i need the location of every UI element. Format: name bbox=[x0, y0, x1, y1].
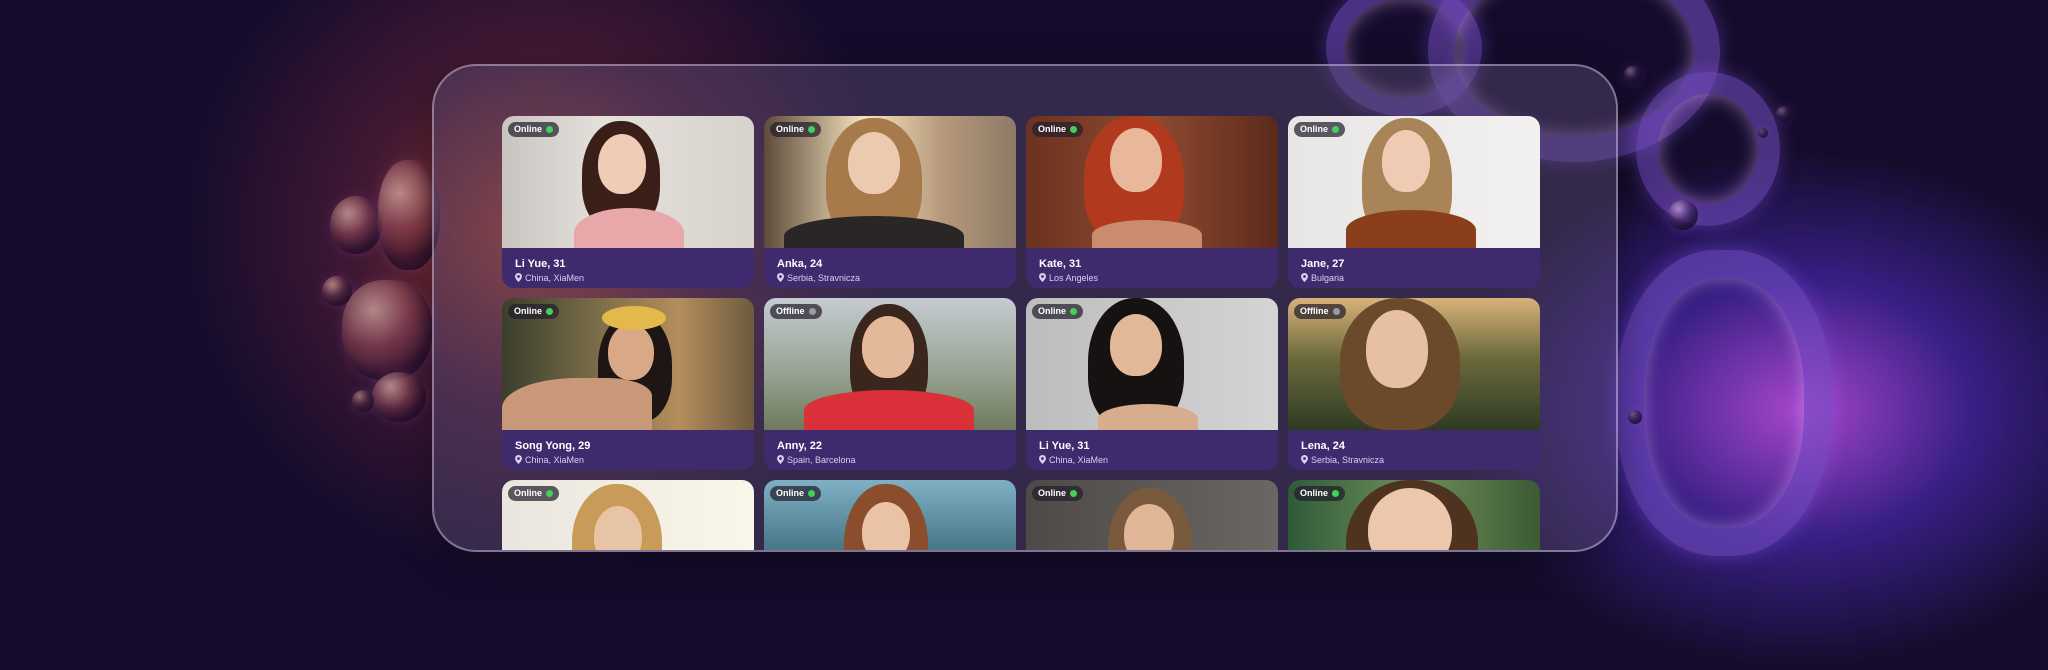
profile-info: Li Yue, 31 China, XiaMen bbox=[502, 248, 754, 288]
status-dot-icon bbox=[808, 490, 816, 497]
status-badge: Online bbox=[1032, 486, 1084, 501]
profiles-grid: Online Li Yue, 31 China, XiaMen Online A… bbox=[502, 116, 1540, 550]
status-badge: Online bbox=[1294, 122, 1346, 137]
status-dot-icon bbox=[1332, 308, 1340, 315]
profile-card[interactable]: Online bbox=[1026, 480, 1278, 550]
status-dot-icon bbox=[1070, 308, 1078, 315]
profile-card[interactable]: Online bbox=[764, 480, 1016, 550]
location-pin-icon bbox=[777, 455, 784, 464]
profile-name: Kate, 31 bbox=[1039, 258, 1082, 270]
profile-location: China, XiaMen bbox=[515, 455, 584, 465]
decorative-bubble bbox=[1628, 410, 1642, 424]
status-dot-icon bbox=[808, 126, 816, 133]
profile-card[interactable]: Online Li Yue, 31 China, XiaMen bbox=[502, 116, 754, 288]
profile-name: Li Yue, 31 bbox=[1039, 440, 1090, 452]
status-badge: Online bbox=[1032, 122, 1084, 137]
status-dot-icon bbox=[808, 308, 816, 315]
status-badge: Online bbox=[508, 304, 560, 319]
profile-info: Jane, 27 Bulgaria bbox=[1288, 248, 1540, 288]
status-badge: Online bbox=[1294, 486, 1346, 501]
location-pin-icon bbox=[515, 455, 522, 464]
location-pin-icon bbox=[1039, 273, 1046, 282]
status-dot-icon bbox=[1332, 490, 1340, 497]
profile-location: Serbia, Stravnicza bbox=[777, 273, 860, 283]
profile-card[interactable]: Online Li Yue, 31 China, XiaMen bbox=[1026, 298, 1278, 470]
decorative-bubble bbox=[342, 280, 432, 380]
status-dot-icon bbox=[546, 490, 554, 497]
decorative-bubble bbox=[352, 390, 374, 412]
profile-location: China, XiaMen bbox=[515, 273, 584, 283]
decorative-bubble bbox=[1758, 128, 1768, 138]
profiles-panel: Online Li Yue, 31 China, XiaMen Online A… bbox=[432, 64, 1618, 552]
profile-info: Kate, 31 Los Angeles bbox=[1026, 248, 1278, 288]
decorative-bubble bbox=[372, 372, 426, 422]
profile-location: Serbia, Stravnicza bbox=[1301, 455, 1384, 465]
status-badge: Online bbox=[770, 486, 822, 501]
status-badge: Online bbox=[508, 122, 560, 137]
profile-info: Anka, 24 Serbia, Stravnicza bbox=[764, 248, 1016, 288]
location-pin-icon bbox=[1301, 455, 1308, 464]
status-dot-icon bbox=[546, 308, 554, 315]
status-dot-icon bbox=[1332, 126, 1340, 133]
location-pin-icon bbox=[777, 273, 784, 282]
profile-name: Li Yue, 31 bbox=[515, 258, 566, 270]
profile-card[interactable]: Online Jane, 27 Bulgaria bbox=[1288, 116, 1540, 288]
profile-name: Anka, 24 bbox=[777, 258, 823, 270]
profile-card[interactable]: Online bbox=[1288, 480, 1540, 550]
location-pin-icon bbox=[515, 273, 522, 282]
profile-card[interactable]: Online Song Yong, 29 China, XiaMen bbox=[502, 298, 754, 470]
decorative-ring bbox=[1616, 250, 1832, 556]
profile-info: Lena, 24 Serbia, Stravnicza bbox=[1288, 430, 1540, 470]
profile-card[interactable]: Online bbox=[502, 480, 754, 550]
profile-card[interactable]: Offline Anny, 22 Spain, Barcelona bbox=[764, 298, 1016, 470]
profile-name: Song Yong, 29 bbox=[515, 440, 591, 452]
decorative-bubble bbox=[322, 276, 352, 306]
status-dot-icon bbox=[1070, 126, 1078, 133]
location-pin-icon bbox=[1301, 273, 1308, 282]
profile-name: Jane, 27 bbox=[1301, 258, 1345, 270]
status-badge: Online bbox=[508, 486, 560, 501]
profile-location: China, XiaMen bbox=[1039, 455, 1108, 465]
profile-location: Spain, Barcelona bbox=[777, 455, 856, 465]
status-dot-icon bbox=[1070, 490, 1078, 497]
profile-location: Los Angeles bbox=[1039, 273, 1098, 283]
profile-info: Li Yue, 31 China, XiaMen bbox=[1026, 430, 1278, 470]
decorative-bubble bbox=[378, 160, 440, 270]
location-pin-icon bbox=[1039, 455, 1046, 464]
profile-card[interactable]: Online Anka, 24 Serbia, Stravnicza bbox=[764, 116, 1016, 288]
decorative-bubble bbox=[1776, 106, 1792, 122]
profile-info: Song Yong, 29 China, XiaMen bbox=[502, 430, 754, 470]
decorative-bubble bbox=[330, 196, 382, 254]
status-badge: Online bbox=[770, 122, 822, 137]
profile-card[interactable]: Online Kate, 31 Los Angeles bbox=[1026, 116, 1278, 288]
status-badge: Online bbox=[1032, 304, 1084, 319]
decorative-ring bbox=[1636, 72, 1780, 226]
profile-info: Anny, 22 Spain, Barcelona bbox=[764, 430, 1016, 470]
status-dot-icon bbox=[546, 126, 554, 133]
profile-card[interactable]: Offline Lena, 24 Serbia, Stravnicza bbox=[1288, 298, 1540, 470]
decorative-bubble bbox=[1624, 66, 1642, 84]
profile-name: Lena, 24 bbox=[1301, 440, 1346, 452]
decorative-bubble bbox=[1668, 200, 1698, 230]
status-badge: Offline bbox=[1294, 304, 1346, 319]
profile-location: Bulgaria bbox=[1301, 273, 1344, 283]
profile-name: Anny, 22 bbox=[777, 440, 823, 452]
status-badge: Offline bbox=[770, 304, 822, 319]
